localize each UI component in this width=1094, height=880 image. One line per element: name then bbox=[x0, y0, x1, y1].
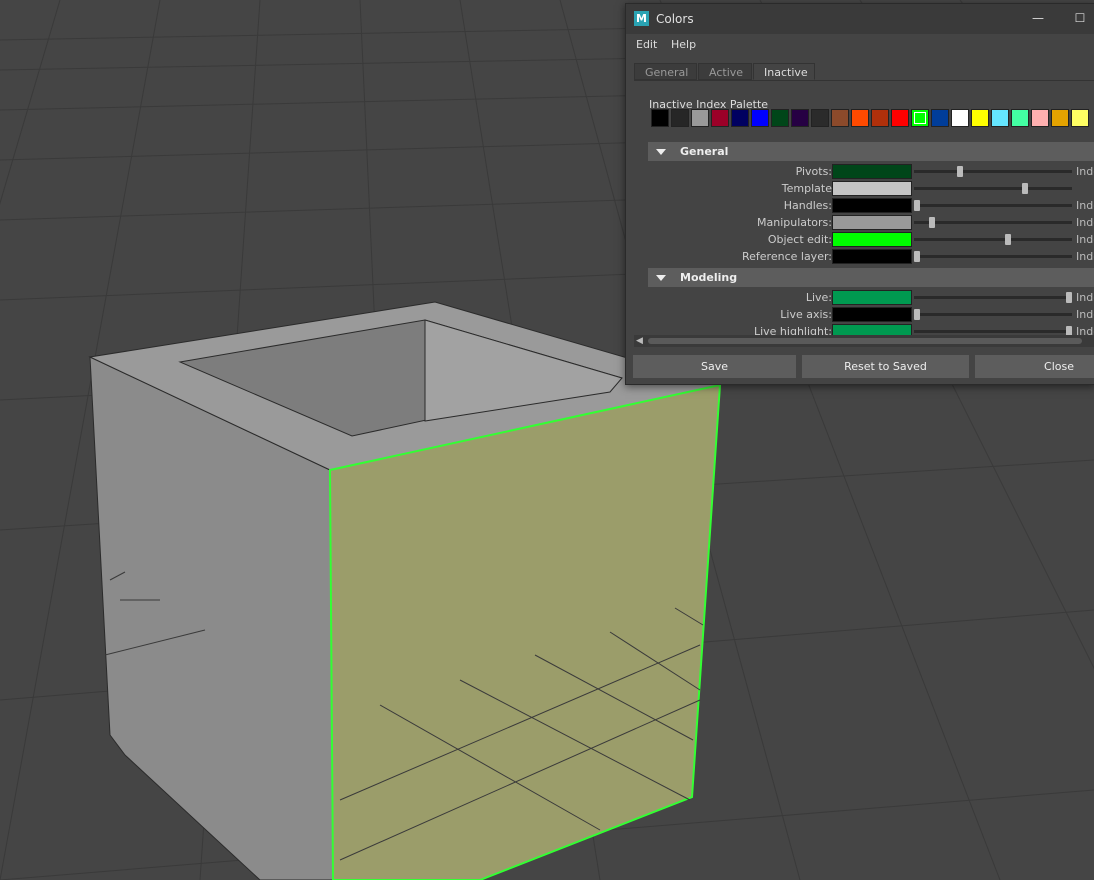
window-title: Colors bbox=[656, 12, 694, 26]
palette-swatch[interactable] bbox=[1071, 109, 1089, 127]
index-label: Index bbox=[1076, 250, 1094, 263]
palette-swatch[interactable] bbox=[671, 109, 689, 127]
index-label: Index bbox=[1076, 199, 1094, 212]
palette-swatch[interactable] bbox=[791, 109, 809, 127]
index-label: Index bbox=[1076, 233, 1094, 246]
menu-edit[interactable]: Edit bbox=[636, 38, 657, 51]
palette-swatch[interactable] bbox=[1051, 109, 1069, 127]
selected-face[interactable] bbox=[328, 383, 722, 880]
palette-swatch[interactable] bbox=[771, 109, 789, 127]
cube-mesh[interactable] bbox=[88, 301, 722, 880]
index-label: Index bbox=[1076, 216, 1094, 229]
maximize-icon[interactable]: ☐ bbox=[1073, 11, 1087, 25]
collapse-triangle-icon bbox=[656, 275, 666, 281]
color-setting-row: Pivots: Index bbox=[648, 163, 1094, 180]
palette-swatch[interactable] bbox=[911, 109, 929, 127]
color-setting-row: Reference layer: Index bbox=[648, 248, 1094, 265]
palette-swatch[interactable] bbox=[971, 109, 989, 127]
index-label: Index bbox=[1076, 291, 1094, 304]
index-slider-thumb[interactable] bbox=[1005, 234, 1012, 245]
palette-swatch[interactable] bbox=[931, 109, 949, 127]
palette-swatch[interactable] bbox=[811, 109, 829, 127]
index-slider-track[interactable] bbox=[914, 296, 1072, 299]
palette-swatch[interactable] bbox=[691, 109, 709, 127]
index-slider-track[interactable] bbox=[914, 238, 1072, 241]
index-slider-thumb[interactable] bbox=[1021, 183, 1028, 194]
palette-swatch[interactable] bbox=[731, 109, 749, 127]
index-slider-thumb[interactable] bbox=[914, 200, 920, 211]
maya-app-icon: M bbox=[634, 11, 649, 26]
minimize-icon[interactable]: — bbox=[1031, 11, 1045, 25]
index-slider-thumb[interactable] bbox=[914, 251, 920, 262]
tab-general[interactable]: General bbox=[634, 63, 697, 80]
color-setting-label: Pivots: bbox=[795, 165, 832, 178]
scroll-left-icon[interactable]: ◀ bbox=[636, 335, 643, 347]
color-setting-label: Manipulators: bbox=[756, 216, 832, 229]
color-setting-row: Live: Index bbox=[648, 289, 1094, 306]
section-header-general[interactable]: General bbox=[648, 142, 1094, 161]
color-setting-label: Reference layer: bbox=[742, 250, 832, 263]
index-slider-track[interactable] bbox=[914, 330, 1072, 333]
title-bar[interactable]: M Colors — ☐ bbox=[626, 4, 1094, 34]
section-title: General bbox=[680, 145, 729, 158]
index-slider-thumb[interactable] bbox=[914, 309, 920, 320]
color-swatch[interactable] bbox=[832, 290, 912, 305]
palette-swatch[interactable] bbox=[871, 109, 889, 127]
color-swatch[interactable] bbox=[832, 181, 912, 196]
section-title: Modeling bbox=[680, 271, 738, 284]
color-setting-row: Handles: Index bbox=[648, 197, 1094, 214]
scrollbar-thumb[interactable] bbox=[648, 338, 1082, 344]
palette-swatch[interactable] bbox=[1011, 109, 1029, 127]
index-slider-thumb[interactable] bbox=[956, 166, 963, 177]
color-setting-row: Template bbox=[648, 180, 1094, 197]
color-setting-label: Template bbox=[781, 182, 832, 195]
index-label: Index bbox=[1076, 308, 1094, 321]
index-slider-track[interactable] bbox=[914, 221, 1072, 224]
color-setting-label: Object edit: bbox=[767, 233, 832, 246]
color-setting-row: Manipulators: Index bbox=[648, 214, 1094, 231]
color-swatch[interactable] bbox=[832, 232, 912, 247]
index-slider-track[interactable] bbox=[914, 255, 1072, 258]
menu-bar: Edit Help bbox=[626, 34, 1094, 58]
color-swatch[interactable] bbox=[832, 249, 912, 264]
menu-help[interactable]: Help bbox=[671, 38, 696, 51]
color-swatch[interactable] bbox=[832, 215, 912, 230]
color-setting-row: Object edit: Index bbox=[648, 231, 1094, 248]
section-header-modeling[interactable]: Modeling bbox=[648, 268, 1094, 287]
color-setting-label: Live: bbox=[805, 291, 832, 304]
index-slider-thumb[interactable] bbox=[1066, 292, 1072, 303]
color-swatch[interactable] bbox=[832, 164, 912, 179]
tab-active[interactable]: Active bbox=[698, 63, 752, 80]
color-setting-label: Handles: bbox=[783, 199, 832, 212]
index-slider-track[interactable] bbox=[914, 204, 1072, 207]
horizontal-scrollbar[interactable]: ◀ bbox=[634, 335, 1094, 347]
color-setting-row: Live axis: Index bbox=[648, 306, 1094, 323]
palette-swatch[interactable] bbox=[831, 109, 849, 127]
color-swatch[interactable] bbox=[832, 307, 912, 322]
inactive-tab-panel: Inactive Index Palette General Pivots: In… bbox=[634, 80, 1094, 351]
palette-swatch[interactable] bbox=[1031, 109, 1049, 127]
index-slider-thumb[interactable] bbox=[929, 217, 936, 228]
color-setting-label: Live axis: bbox=[780, 308, 832, 321]
palette-swatch[interactable] bbox=[951, 109, 969, 127]
index-label: Index bbox=[1076, 165, 1094, 178]
collapse-triangle-icon bbox=[656, 149, 666, 155]
palette-swatch[interactable] bbox=[891, 109, 909, 127]
palette-swatch[interactable] bbox=[851, 109, 869, 127]
save-button[interactable]: Save bbox=[633, 355, 796, 378]
index-palette bbox=[651, 109, 1091, 129]
palette-swatch[interactable] bbox=[751, 109, 769, 127]
tab-inactive[interactable]: Inactive bbox=[753, 63, 815, 80]
index-slider-track[interactable] bbox=[914, 313, 1072, 316]
colors-dialog: M Colors — ☐ Edit Help General Active In… bbox=[625, 3, 1094, 385]
palette-swatch[interactable] bbox=[711, 109, 729, 127]
index-slider-track[interactable] bbox=[914, 170, 1072, 173]
index-slider-track[interactable] bbox=[914, 187, 1072, 190]
reset-to-saved-button[interactable]: Reset to Saved bbox=[802, 355, 969, 378]
color-swatch[interactable] bbox=[832, 198, 912, 213]
close-button[interactable]: Close bbox=[975, 355, 1094, 378]
palette-swatch[interactable] bbox=[651, 109, 669, 127]
palette-swatch[interactable] bbox=[991, 109, 1009, 127]
